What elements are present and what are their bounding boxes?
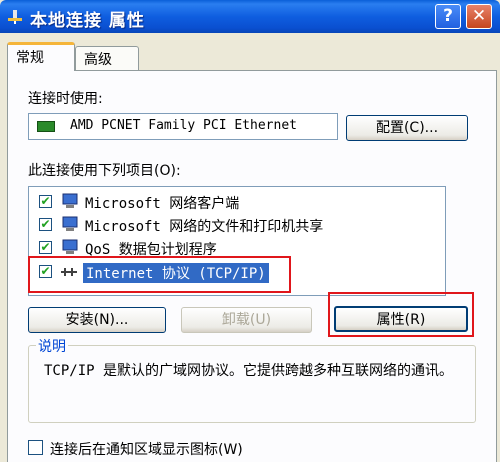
- item-checkbox[interactable]: ✔: [39, 195, 52, 208]
- help-button[interactable]: ?: [435, 4, 461, 29]
- title-bar: 本地连接 属性 ? ✕: [0, 0, 500, 33]
- network-client-icon: [62, 193, 78, 208]
- configure-button[interactable]: 配置(C)...: [346, 115, 468, 141]
- highlight-box-protocol: [28, 256, 291, 293]
- tab-advanced[interactable]: 高级: [75, 46, 139, 70]
- notify-label[interactable]: 连接后在通知区域显示图标(W): [50, 439, 243, 459]
- window-title: 本地连接 属性: [30, 11, 145, 31]
- network-adapter-icon: [37, 121, 55, 132]
- notify-checkbox[interactable]: [28, 440, 43, 455]
- tab-general[interactable]: 常规: [7, 42, 75, 71]
- install-button[interactable]: 安装(N)...: [28, 307, 166, 333]
- connect-using-label: 连接时使用:: [28, 91, 103, 107]
- description-legend: 说明: [36, 336, 68, 356]
- adapter-name: AMD PCNET Family PCI Ethernet: [70, 118, 297, 133]
- item-checkbox[interactable]: ✔: [39, 218, 52, 231]
- qos-scheduler-icon: [62, 239, 78, 254]
- highlight-box-properties: [328, 292, 474, 337]
- item-label: Microsoft 网络客户端: [85, 196, 240, 212]
- network-connection-icon: [8, 10, 22, 24]
- close-button[interactable]: ✕: [466, 4, 492, 29]
- description-group: [28, 345, 476, 423]
- uninstall-button: 卸载(U): [181, 307, 312, 333]
- file-printer-sharing-icon: [62, 216, 78, 231]
- items-label: 此连接使用下列项目(O):: [28, 163, 181, 179]
- item-label: Microsoft 网络的文件和打印机共享: [85, 219, 324, 235]
- item-checkbox[interactable]: ✔: [39, 241, 52, 254]
- description-text: TCP/IP 是默认的广域网协议。它提供跨越多种互联网络的通讯。: [44, 363, 453, 379]
